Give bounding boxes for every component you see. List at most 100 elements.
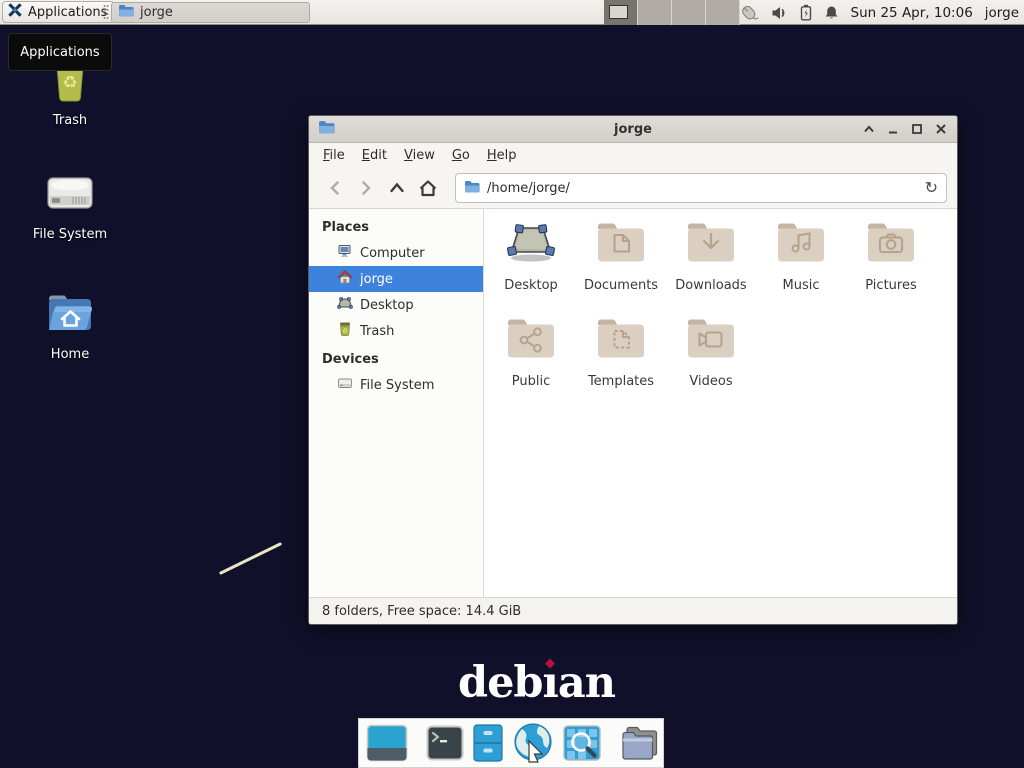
applications-menu-label: Applications (28, 5, 107, 20)
workspace-4[interactable] (706, 0, 740, 25)
workspace-window-thumb (609, 5, 628, 19)
documents-folder-icon (595, 219, 647, 269)
workspace-3[interactable] (672, 0, 706, 25)
minimize-button[interactable] (886, 122, 900, 136)
desktop-icon-label: Home (51, 347, 89, 362)
sidebar-item-file-system[interactable]: File System (309, 372, 483, 398)
clock[interactable]: Sun 25 Apr, 10:06 (851, 5, 973, 21)
folder-view[interactable]: Desktop Documents (484, 209, 957, 597)
top-panel: Applications jorge (0, 0, 1024, 25)
svg-text:♻: ♻ (342, 327, 348, 335)
templates-folder-icon (595, 315, 647, 365)
web-browser-icon[interactable] (512, 723, 554, 763)
home-button[interactable] (412, 173, 443, 203)
reload-icon[interactable]: ↻ (925, 180, 938, 196)
file-cabinet-icon[interactable] (473, 724, 503, 762)
workspace-2[interactable] (638, 0, 672, 25)
window-title: jorge (309, 122, 957, 137)
folder-item-pictures[interactable]: Pictures (846, 219, 936, 293)
address-folder-icon (464, 180, 480, 197)
music-folder-icon (775, 219, 827, 269)
volume-icon[interactable] (771, 5, 788, 21)
folder-label: Videos (689, 374, 732, 389)
folder-item-music[interactable]: Music (756, 219, 846, 293)
tooltip-text: Applications (20, 45, 99, 60)
toolbar: /home/jorge/ ↻ (309, 168, 957, 209)
folder-item-public[interactable]: Public (486, 315, 576, 389)
videos-folder-icon (685, 315, 737, 365)
sidebar-item-label: File System (360, 378, 434, 393)
desktop-icon-home[interactable]: Home (12, 290, 128, 362)
directory-menu-icon[interactable] (619, 724, 661, 762)
downloads-folder-icon (685, 219, 737, 269)
public-folder-icon (505, 315, 557, 365)
folder-item-templates[interactable]: Templates (576, 315, 666, 389)
folder-item-downloads[interactable]: Downloads (666, 219, 756, 293)
taskbar-handle[interactable] (103, 4, 109, 21)
close-button[interactable] (934, 122, 948, 136)
terminal-icon[interactable] (426, 725, 464, 761)
menu-help[interactable]: Help (487, 148, 517, 163)
up-button[interactable] (381, 173, 412, 203)
sidebar-header-places: Places (309, 216, 483, 240)
app-finder-icon[interactable] (563, 725, 601, 761)
desktop-icon-file-system[interactable]: File System (12, 170, 128, 242)
show-desktop-icon[interactable] (366, 724, 408, 762)
sidebar-item-computer[interactable]: Computer (309, 240, 483, 266)
folder-label: Desktop (504, 278, 558, 293)
workspace-1[interactable] (604, 0, 638, 25)
logo-text: deb (458, 658, 543, 708)
folder-label: Public (512, 374, 550, 389)
menu-file[interactable]: File (323, 148, 345, 163)
applications-menu-button[interactable]: Applications (2, 1, 115, 23)
sidebar-item-trash[interactable]: ♻ Trash (309, 318, 483, 344)
folder-item-documents[interactable]: Documents (576, 219, 666, 293)
forward-button[interactable] (350, 173, 381, 203)
desktop-icon (505, 219, 557, 269)
statusbar: 8 folders, Free space: 14.4 GiB (309, 597, 957, 624)
home-folder-icon (43, 290, 97, 340)
status-text: 8 folders, Free space: 14.4 GiB (322, 604, 521, 619)
menu-edit[interactable]: Edit (362, 148, 387, 163)
folder-label: Music (783, 278, 820, 293)
applications-tooltip: Applications (8, 33, 112, 71)
folder-item-desktop[interactable]: Desktop (486, 219, 576, 293)
sidebar-item-label: Trash (360, 324, 394, 339)
desktop-icon-label: Trash (53, 113, 87, 128)
address-bar[interactable]: /home/jorge/ ↻ (455, 173, 947, 203)
file-manager-window: jorge File Edit View Go Help (308, 115, 958, 625)
folder-item-videos[interactable]: Videos (666, 315, 756, 389)
sidebar-item-desktop[interactable]: Desktop (309, 292, 483, 318)
window-titlebar[interactable]: jorge (309, 116, 957, 143)
pictures-folder-icon (865, 219, 917, 269)
folder-icon (118, 4, 134, 21)
username[interactable]: jorge (985, 5, 1019, 21)
desktop-icon-label: File System (33, 227, 107, 242)
sidebar-header-devices: Devices (309, 348, 483, 372)
sidebar-item-label: Computer (360, 246, 425, 261)
mouse-icon[interactable] (738, 3, 759, 23)
maximize-button[interactable] (910, 122, 924, 136)
debian-wallpaper-logo: debıan (458, 658, 615, 708)
hard-drive-icon (43, 170, 97, 220)
stray-line (219, 542, 282, 575)
sidebar-item-jorge[interactable]: jorge (309, 266, 483, 292)
xfce-logo-icon (7, 2, 23, 22)
taskbar-window-button[interactable]: jorge (111, 2, 310, 23)
folder-label: Documents (584, 278, 658, 293)
system-tray: Sun 25 Apr, 10:06 jorge (738, 0, 1020, 25)
sidebar-item-label: Desktop (360, 298, 414, 313)
sidebar: Places Computer (309, 209, 484, 597)
computer-icon (337, 243, 353, 263)
battery-icon[interactable] (800, 4, 812, 21)
taskbar-window-label: jorge (140, 5, 173, 20)
notification-bell-icon[interactable] (824, 5, 839, 21)
shade-button[interactable] (862, 122, 876, 136)
address-path[interactable]: /home/jorge/ (487, 181, 918, 196)
menu-go[interactable]: Go (452, 148, 470, 163)
trash-mini-icon: ♻ (337, 321, 353, 341)
home-icon (337, 269, 353, 289)
back-button[interactable] (319, 173, 350, 203)
menu-view[interactable]: View (404, 148, 435, 163)
workspace-switcher (604, 0, 740, 25)
